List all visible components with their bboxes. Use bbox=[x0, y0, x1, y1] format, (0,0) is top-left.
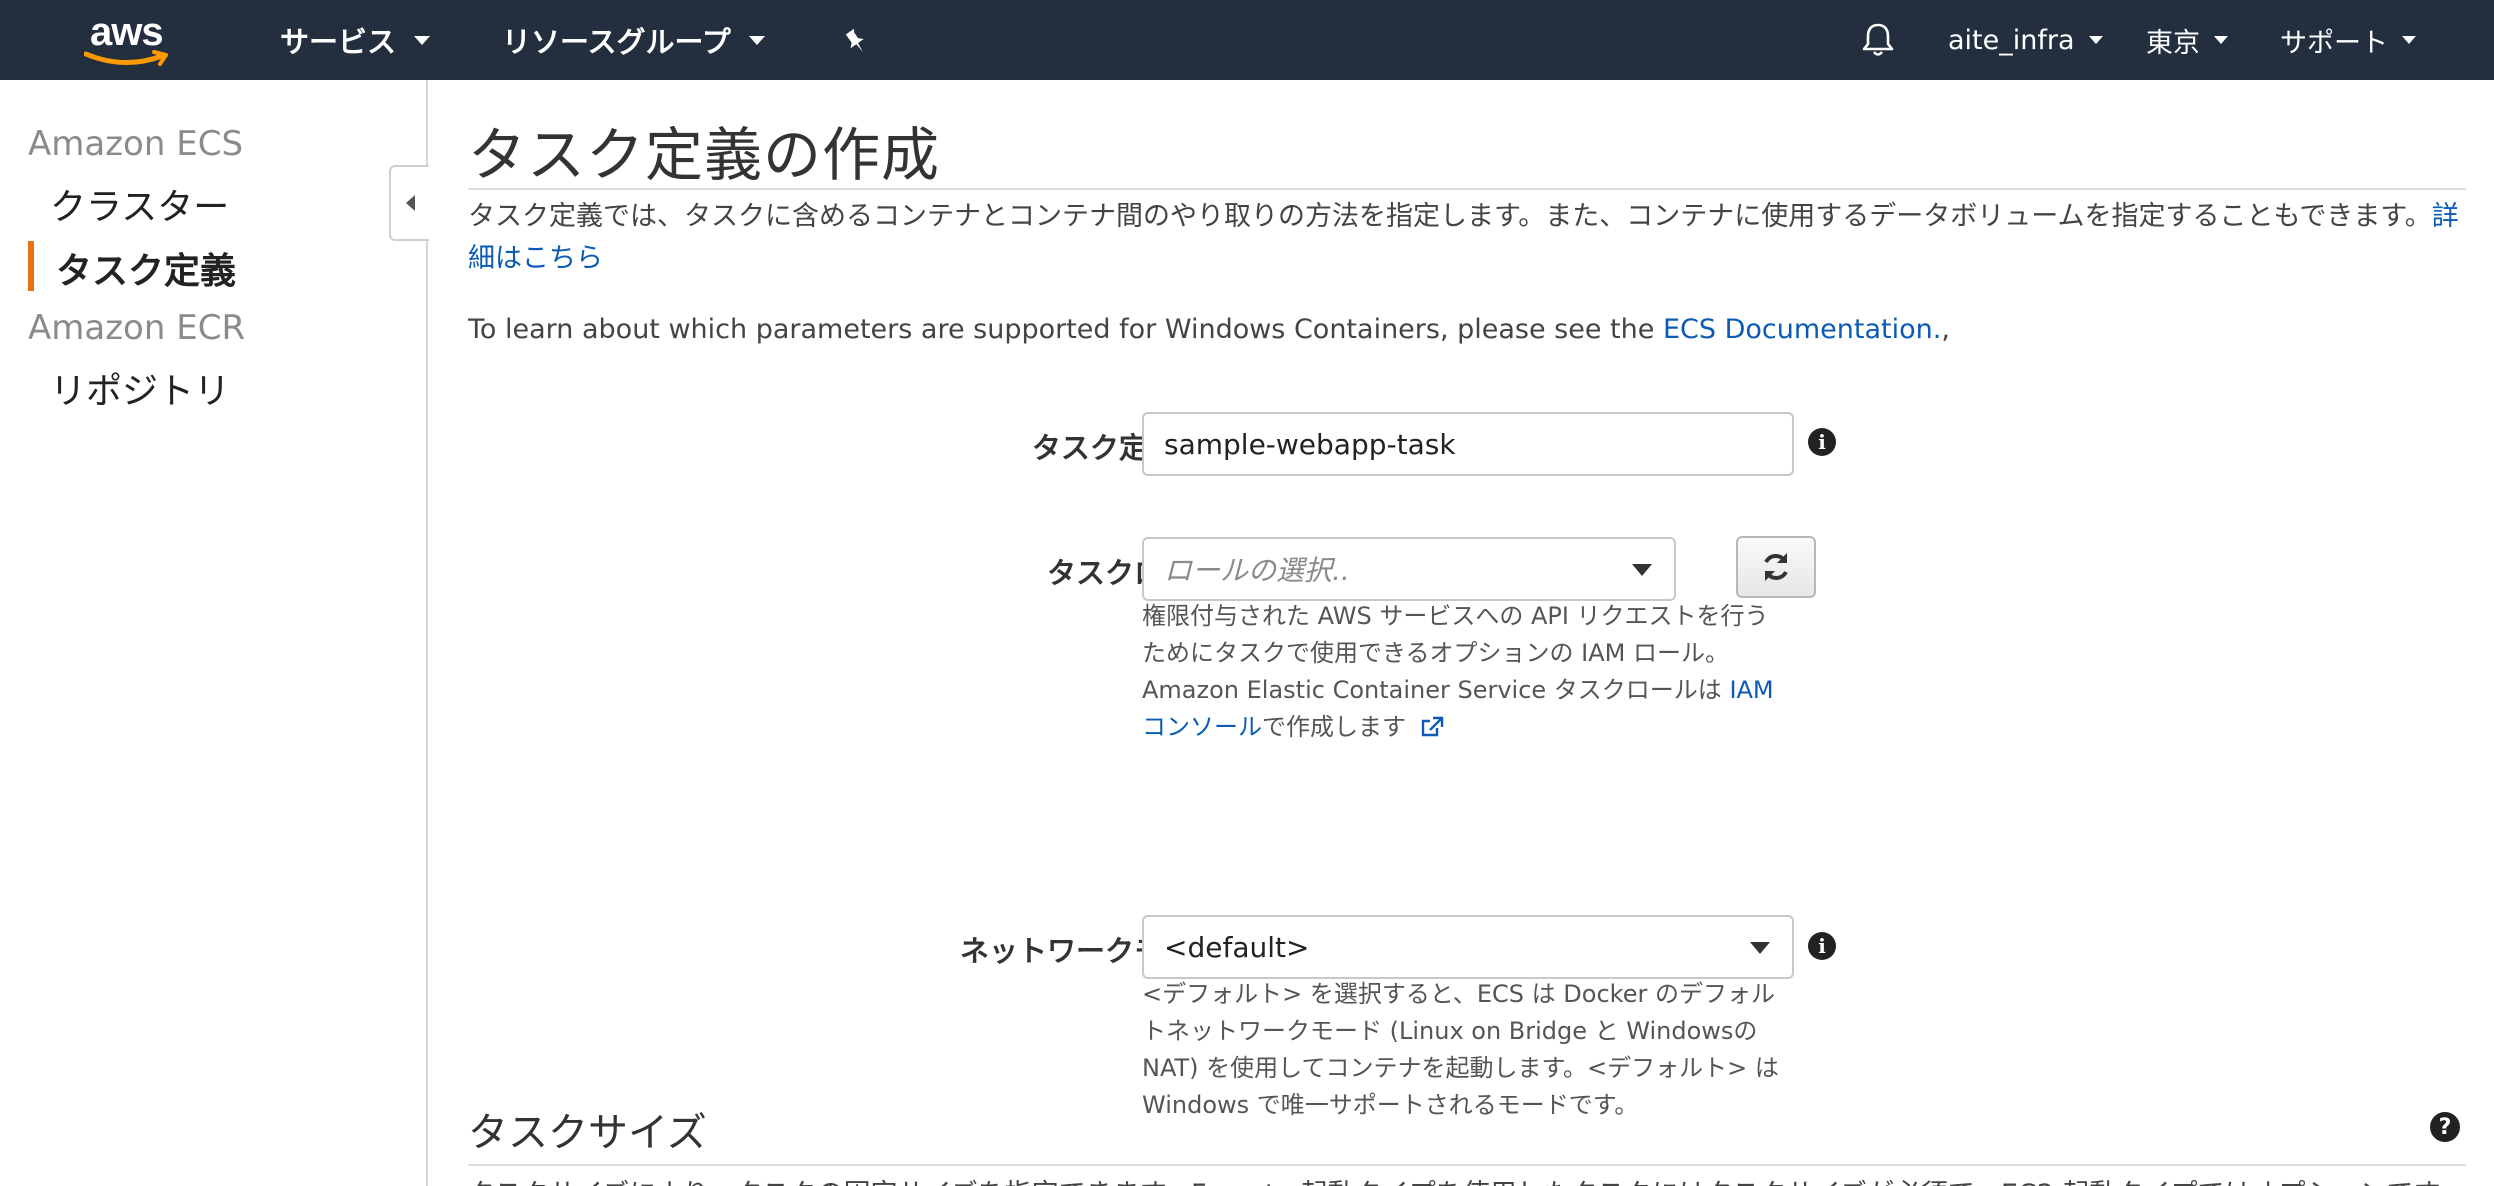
help-icon[interactable]: ? bbox=[2430, 1112, 2460, 1142]
chevron-down-icon bbox=[414, 35, 431, 45]
aws-logo[interactable]: aws bbox=[84, 10, 174, 68]
section-divider bbox=[468, 1164, 2466, 1166]
resource-groups-menu-label: リソースグループ bbox=[502, 25, 731, 59]
network-mode-help: <デフォルト> を選択すると、ECS は Docker のデフォルトネットワーク… bbox=[1142, 980, 1779, 1119]
sidebar-collapse-button[interactable] bbox=[389, 165, 429, 241]
task-role-help: 権限付与された AWS サービスへの API リクエストを行うためにタスクで使用… bbox=[1142, 598, 1792, 746]
region-menu[interactable]: 東京 bbox=[2146, 0, 2228, 80]
chevron-left-icon bbox=[406, 195, 415, 211]
user-menu[interactable]: aite_infra bbox=[1948, 0, 2103, 80]
title-divider bbox=[468, 188, 2466, 190]
task-size-description: タスクサイズにより、タスクの固定サイズを指定できます。Fargate 起動タイプ… bbox=[468, 1172, 2466, 1186]
sidebar-item-task-definitions[interactable]: タスク定義 bbox=[56, 242, 236, 294]
task-role-help-text: 権限付与された AWS サービスへの API リクエストを行うためにタスクで使用… bbox=[1142, 602, 1769, 704]
task-definition-name-input[interactable] bbox=[1142, 412, 1794, 476]
active-indicator bbox=[28, 241, 34, 291]
info-icon[interactable]: i bbox=[1808, 428, 1836, 456]
pin-icon[interactable] bbox=[838, 24, 874, 60]
page-description-text: タスク定義では、タスクに含めるコンテナとコンテナ間のやり取りの方法を指定します。… bbox=[468, 201, 2432, 232]
network-mode-select[interactable]: <default> bbox=[1142, 915, 1794, 979]
windows-containers-note: To learn about which parameters are supp… bbox=[468, 314, 1950, 345]
bell-icon[interactable] bbox=[1858, 20, 1898, 60]
resource-groups-menu[interactable]: リソースグループ bbox=[502, 0, 765, 80]
external-link-icon[interactable] bbox=[1420, 716, 1444, 738]
windows-note-tail: , bbox=[1941, 314, 1950, 345]
sidebar-heading-ecs[interactable]: Amazon ECS bbox=[28, 124, 243, 164]
user-menu-label: aite_infra bbox=[1948, 24, 2075, 56]
sidebar-item-repositories[interactable]: リポジトリ bbox=[50, 362, 230, 414]
aws-smile-icon bbox=[84, 50, 168, 66]
task-role-help-text-end: で作成します bbox=[1262, 713, 1406, 741]
network-mode-value: <default> bbox=[1164, 930, 1310, 964]
chevron-down-icon bbox=[2402, 36, 2416, 44]
services-menu-label: サービス bbox=[280, 25, 397, 59]
sidebar-heading-ecr[interactable]: Amazon ECR bbox=[28, 308, 245, 348]
task-size-heading: タスクサイズ bbox=[468, 1110, 707, 1156]
task-role-select[interactable]: ロールの選択.. bbox=[1142, 537, 1676, 601]
info-icon[interactable]: i bbox=[1808, 932, 1836, 960]
task-role-placeholder: ロールの選択.. bbox=[1164, 554, 1350, 587]
chevron-down-icon bbox=[2214, 36, 2228, 44]
services-menu[interactable]: サービス bbox=[280, 0, 431, 80]
aws-logo-text: aws bbox=[90, 10, 164, 54]
page-description: タスク定義では、タスクに含めるコンテナとコンテナ間のやり取りの方法を指定します。… bbox=[468, 196, 2466, 280]
refresh-icon bbox=[1764, 553, 1788, 581]
sidebar: Amazon ECS クラスター タスク定義 Amazon ECR リポジトリ bbox=[0, 80, 428, 1186]
chevron-down-icon bbox=[2088, 36, 2103, 44]
top-navigation-bar: aws サービス リソースグループ aite_infra 東京 サポート bbox=[0, 0, 2494, 80]
windows-note-text: To learn about which parameters are supp… bbox=[468, 314, 1663, 345]
ecs-documentation-link[interactable]: ECS Documentation. bbox=[1663, 314, 1941, 345]
caret-down-icon bbox=[1632, 564, 1652, 576]
caret-down-icon bbox=[1750, 942, 1770, 954]
region-menu-label: 東京 bbox=[2146, 27, 2200, 59]
support-menu[interactable]: サポート bbox=[2280, 0, 2416, 80]
chevron-down-icon bbox=[748, 35, 765, 45]
refresh-roles-button[interactable] bbox=[1736, 536, 1816, 598]
support-menu-label: サポート bbox=[2280, 27, 2388, 59]
sidebar-item-clusters[interactable]: クラスター bbox=[50, 178, 229, 230]
page-title: タスク定義の作成 bbox=[468, 121, 941, 189]
